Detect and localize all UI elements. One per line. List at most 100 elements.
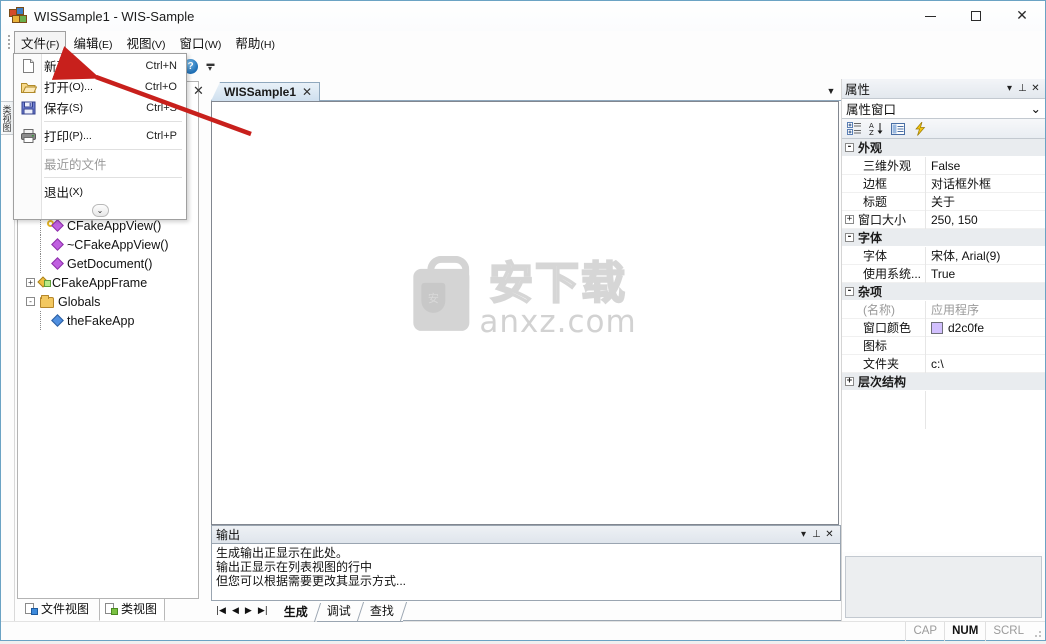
property-row[interactable]: 边框 对话框外框 xyxy=(842,174,1045,193)
property-row[interactable]: 使用系统... True xyxy=(842,264,1045,283)
property-key-expandable[interactable]: + 窗口大小 xyxy=(842,210,926,229)
property-value[interactable]: False xyxy=(926,159,1045,173)
close-all-documents-icon[interactable]: ✕ xyxy=(193,83,204,99)
property-value[interactable]: 应用程序 xyxy=(926,301,1045,318)
property-row[interactable]: 字体 宋体, Arial(9) xyxy=(842,246,1045,265)
property-value[interactable]: 关于 xyxy=(926,193,1045,210)
categorized-icon[interactable] xyxy=(847,121,862,136)
file-menu-popup[interactable]: 新建 (N) Ctrl+N 打开 (O)... Ctrl+O 保存 (S) Ctrl+… xyxy=(13,53,187,220)
output-tab-debug[interactable]: 调试 xyxy=(316,600,360,622)
nav-prev-icon[interactable]: ◀ xyxy=(232,606,239,616)
tree-item[interactable]: - Globals xyxy=(18,292,198,311)
toolbar-overflow-button[interactable]: ▬ ▾ xyxy=(204,56,216,76)
output-close-icon[interactable]: ✕ xyxy=(823,529,836,540)
alphabetical-sort-icon[interactable]: AZ xyxy=(869,122,884,137)
app-icon xyxy=(9,7,27,25)
tree-item[interactable]: + CFakeAppFrame xyxy=(18,273,198,292)
property-row[interactable]: 三维外观 False xyxy=(842,156,1045,175)
property-group-header[interactable]: + 层次结构 xyxy=(842,373,1045,391)
menu-window[interactable]: 窗口(W) xyxy=(172,31,228,54)
property-value[interactable]: 250, 150 xyxy=(926,213,1045,227)
properties-page-icon[interactable] xyxy=(891,122,906,136)
property-row[interactable]: 文件夹 c:\ xyxy=(842,354,1045,373)
menubar-gripper[interactable] xyxy=(5,35,12,49)
property-value[interactable]: True xyxy=(926,267,1045,281)
file-menu-item-exit[interactable]: 退出 (X) xyxy=(14,181,186,202)
output-dropdown-icon[interactable]: ▾ xyxy=(797,529,810,540)
file-menu-item-shortcut: Ctrl+S xyxy=(146,101,177,114)
property-row[interactable]: 图标 xyxy=(842,336,1045,355)
file-menu-item-save[interactable]: 保存 (S) Ctrl+S xyxy=(14,97,186,118)
document-canvas[interactable]: 安 安下载 anxz.com xyxy=(211,101,839,525)
file-menu-item-new[interactable]: 新建 (N) Ctrl+N xyxy=(14,55,186,76)
tree-item-label: theFakeApp xyxy=(67,313,135,328)
row-expander[interactable]: + xyxy=(845,215,854,224)
output-tab-build[interactable]: 生成 xyxy=(274,601,317,622)
output-tab-find[interactable]: 查找 xyxy=(359,600,403,622)
document-tab-close-icon[interactable]: ✕ xyxy=(302,85,312,99)
output-pin-icon[interactable]: ⊥ xyxy=(810,529,823,540)
output-panel: 输出 ▾ ⊥ ✕ 生成输出正显示在此处。 输出正显示在列表视图的行中 但您可以根… xyxy=(211,525,841,622)
output-line: 输出正显示在列表视图的行中 xyxy=(216,560,373,574)
property-row[interactable]: 标题 关于 xyxy=(842,192,1045,211)
maximize-button[interactable] xyxy=(953,1,999,31)
output-text-area[interactable]: 生成输出正显示在此处。 输出正显示在列表视图的行中 但您可以根据需要更改其显示方… xyxy=(211,543,841,601)
file-menu-expand-button[interactable]: ⌄ xyxy=(14,202,186,219)
tree-item[interactable]: GetDocument() xyxy=(18,254,198,273)
nav-first-icon[interactable]: |◀ xyxy=(216,606,226,616)
properties-grid[interactable]: - 外观 三维外观 False 边框 对话框外框 标题 关于 + 窗口大小 25… xyxy=(842,139,1045,552)
tree-expander[interactable]: - xyxy=(26,297,35,306)
properties-pin-icon[interactable]: ⊥ xyxy=(1016,83,1029,94)
menu-help[interactable]: 帮助(H) xyxy=(228,31,282,54)
property-group-header[interactable]: - 字体 xyxy=(842,229,1045,247)
group-expander[interactable]: - xyxy=(845,287,854,296)
menu-edit[interactable]: 编辑(E) xyxy=(66,31,119,54)
menu-view[interactable]: 视图(V) xyxy=(119,31,172,54)
document-tab-wissample1[interactable]: WISSample1 ✕ xyxy=(211,82,321,101)
nav-last-icon[interactable]: ▶| xyxy=(258,606,268,616)
property-group-header[interactable]: - 杂项 xyxy=(842,283,1045,301)
property-row[interactable]: 窗口颜色 d2c0fe xyxy=(842,318,1045,337)
file-menu-item-open[interactable]: 打开 (O)... Ctrl+O xyxy=(14,76,186,97)
tree-item[interactable]: ~CFakeAppView() xyxy=(18,235,198,254)
file-menu-item-label: 退出 xyxy=(44,186,70,200)
file-menu-item-shortcut: Ctrl+P xyxy=(146,129,177,142)
minimize-button[interactable] xyxy=(907,1,953,31)
group-label: 字体 xyxy=(858,231,883,245)
property-group-header[interactable]: - 外观 xyxy=(842,139,1045,157)
properties-object-selector[interactable]: 属性窗口 ⌄ xyxy=(842,99,1045,119)
tree-item[interactable]: theFakeApp xyxy=(18,311,198,330)
watermark-lock-icon: 安 xyxy=(413,256,470,332)
property-key: (名称) xyxy=(842,300,926,319)
tree-expander[interactable]: + xyxy=(26,278,35,287)
group-expander[interactable]: + xyxy=(845,377,854,386)
file-menu-item-print[interactable]: 打印 (P)... Ctrl+P xyxy=(14,125,186,146)
output-tab-find-label: 查找 xyxy=(369,604,394,618)
window-controls: ✕ xyxy=(907,1,1045,31)
property-row[interactable]: + 窗口大小 250, 150 xyxy=(842,210,1045,229)
menu-window-label: 窗口 xyxy=(179,36,205,51)
close-button[interactable]: ✕ xyxy=(999,1,1045,31)
property-value[interactable]: 宋体, Arial(9) xyxy=(926,247,1045,264)
menu-file[interactable]: 文件(F) xyxy=(14,30,67,54)
status-num: NUM xyxy=(944,621,985,641)
docked-tab-label: 类视图 xyxy=(1,104,12,132)
tab-file-view[interactable]: 文件视图 xyxy=(19,597,97,621)
document-tab-dropdown[interactable]: ▼ xyxy=(821,82,841,101)
events-lightning-icon[interactable] xyxy=(913,121,928,136)
group-expander[interactable]: - xyxy=(845,143,854,152)
file-menu-item-recent-files[interactable]: 最近的文件 xyxy=(14,153,186,174)
method-diamond-icon xyxy=(47,219,64,232)
window-title: WISSample1 - WIS-Sample xyxy=(34,8,195,24)
properties-close-icon[interactable]: ✕ xyxy=(1029,83,1042,94)
tab-class-view[interactable]: 类视图 xyxy=(99,597,166,621)
property-row[interactable]: (名称) 应用程序 xyxy=(842,300,1045,319)
resize-grip[interactable] xyxy=(1031,622,1045,641)
menu-file-label: 文件 xyxy=(21,36,47,51)
nav-next-icon[interactable]: ▶ xyxy=(245,606,252,616)
property-value[interactable]: c:\ xyxy=(926,357,1045,371)
properties-dropdown-icon[interactable]: ▾ xyxy=(1003,83,1016,94)
group-expander[interactable]: - xyxy=(845,233,854,242)
property-value[interactable]: 对话框外框 xyxy=(926,175,1045,192)
property-value-color[interactable]: d2c0fe xyxy=(926,321,1045,335)
